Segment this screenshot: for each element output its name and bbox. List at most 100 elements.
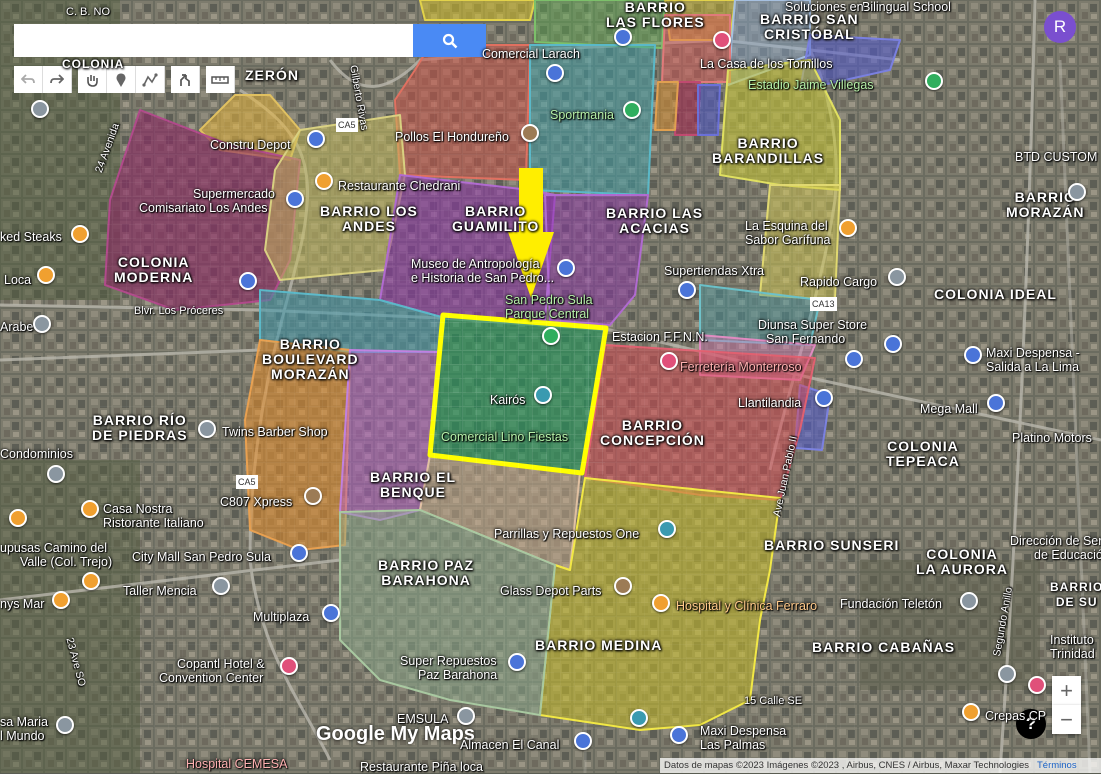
undo-icon[interactable] xyxy=(14,66,43,93)
poi-condominios: Condominios xyxy=(0,447,73,461)
shopping-bag-icon[interactable] xyxy=(290,544,308,562)
poi-xtra: Supertiendas Xtra xyxy=(664,264,765,278)
poi-diunsa: Diunsa Super Store xyxy=(758,318,868,332)
poi-multiplaza: Multiplaza xyxy=(253,610,310,624)
label-sanju: BARRIO DE SU xyxy=(1050,580,1101,609)
map-toolbar xyxy=(14,66,235,93)
pin-icon[interactable] xyxy=(521,124,539,142)
shopping-bag-icon[interactable] xyxy=(987,394,1005,412)
pin-icon[interactable] xyxy=(1068,183,1086,201)
poi-taller: Taller Mencia xyxy=(123,584,197,598)
shopping-bag-icon[interactable] xyxy=(508,653,526,671)
poi-maxi-palmas-2: Las Palmas xyxy=(700,738,766,752)
restaurant-icon[interactable] xyxy=(315,172,333,190)
poi-ferraro: Hospital y Clínica Ferraro xyxy=(676,599,818,613)
poi-estadio: Estadio Jaime Villegas xyxy=(748,78,874,92)
poi-construdepot: Constru Depot xyxy=(210,138,291,152)
label-rio-de-piedras: BARRIO RÍO DE PIEDRAS xyxy=(92,412,188,443)
label-barandillas: BARRIO BARANDILLAS xyxy=(712,135,825,166)
poi-cemesa: Hospital CEMESA xyxy=(186,757,288,771)
poi-maxi-palmas-1: Maxi Despensa xyxy=(700,724,787,738)
shopping-bag-icon[interactable] xyxy=(574,732,592,750)
hotel-icon[interactable] xyxy=(280,657,298,675)
pin-icon[interactable] xyxy=(33,315,51,333)
poi-superrep-2: Paz Barahona xyxy=(418,668,498,682)
pin-icon[interactable] xyxy=(198,420,216,438)
poi-maria-1: sa Maria xyxy=(0,715,48,729)
pin-icon[interactable] xyxy=(47,465,65,483)
shopping-bag-icon[interactable] xyxy=(678,281,696,299)
tree-icon[interactable] xyxy=(542,327,560,345)
label-las-flores: BARRIO LAS FLORES xyxy=(606,0,705,30)
poi-steaks: ked Steaks xyxy=(0,230,62,244)
restaurant-icon[interactable] xyxy=(81,500,99,518)
pin-icon[interactable] xyxy=(960,592,978,610)
shopping-bag-icon[interactable] xyxy=(534,386,552,404)
label-la-aurora: COLONIA LA AURORA xyxy=(916,546,1008,577)
pin-icon[interactable] xyxy=(212,577,230,595)
label-tepeaca: COLONIA TEPEACA xyxy=(886,438,960,469)
poi-esquina-2: Sabor Garífuna xyxy=(745,233,831,247)
label-colonia-moderna: COLONIA MODERNA xyxy=(114,254,194,285)
hospital-icon[interactable] xyxy=(652,594,670,612)
road-ca13: CA13 xyxy=(810,297,837,311)
poi-maxi-lima-1: Maxi Despensa - xyxy=(986,346,1080,360)
pin-icon[interactable] xyxy=(888,268,906,286)
restaurant-icon[interactable] xyxy=(71,225,89,243)
store-icon[interactable] xyxy=(623,101,641,119)
poi-casa-tornillos: La Casa de los Tornillos xyxy=(700,57,833,71)
search-icon xyxy=(442,33,457,48)
poi-museo-1: Museo de Antropología xyxy=(411,257,540,271)
shopping-bag-icon[interactable] xyxy=(884,335,902,353)
poi-glass: Glass Depot Parts xyxy=(500,584,602,598)
terms-link[interactable]: Términos xyxy=(1037,760,1077,771)
museum-icon[interactable] xyxy=(557,259,575,277)
pin-icon[interactable] xyxy=(713,31,731,49)
restaurant-icon[interactable] xyxy=(962,703,980,721)
restaurant-icon[interactable] xyxy=(9,509,27,527)
poi-instituto-1: Instituto xyxy=(1050,633,1094,647)
pin-icon[interactable] xyxy=(304,487,322,505)
shopping-bag-icon[interactable] xyxy=(546,64,564,82)
store-icon[interactable] xyxy=(630,709,648,727)
poi-btd: BTD CUSTOM xyxy=(1015,150,1098,164)
restaurant-icon[interactable] xyxy=(82,572,100,590)
church-icon[interactable] xyxy=(56,716,74,734)
pin-icon[interactable] xyxy=(614,577,632,595)
poi-museo-2: e Historia de San Pedro... xyxy=(411,271,555,285)
hotel-icon[interactable] xyxy=(1028,676,1046,694)
store-icon[interactable] xyxy=(658,520,676,538)
shopping-bag-icon[interactable] xyxy=(670,726,688,744)
poi-teleton: Fundación Teletón xyxy=(840,597,942,611)
restaurant-icon[interactable] xyxy=(52,591,70,609)
zoom-out-button[interactable]: − xyxy=(1052,705,1081,734)
poi-estacion: Estacion F.F.N.N. xyxy=(612,330,708,344)
pin-icon[interactable] xyxy=(660,352,678,370)
pin-icon[interactable] xyxy=(998,665,1016,683)
stadium-icon[interactable] xyxy=(925,72,943,90)
shopping-bag-icon[interactable] xyxy=(964,346,982,364)
restaurant-icon[interactable] xyxy=(37,266,55,284)
shopping-bag-icon[interactable] xyxy=(614,28,632,46)
directions-icon[interactable] xyxy=(171,66,200,93)
poi-parque-1: San Pedro Sula xyxy=(505,293,593,307)
account-avatar[interactable]: R xyxy=(1044,11,1076,43)
pin-icon[interactable] xyxy=(31,100,49,118)
shopping-bag-icon[interactable] xyxy=(815,389,833,407)
poi-pupusas-1: upusas Camino del xyxy=(0,541,108,555)
measure-icon[interactable] xyxy=(206,66,235,93)
restaurant-icon[interactable] xyxy=(839,219,857,237)
label-guamilito: BARRIO GUAMILITO xyxy=(452,203,540,234)
pin-icon[interactable] xyxy=(457,707,475,725)
search-input[interactable] xyxy=(14,24,413,57)
draw-line-icon[interactable] xyxy=(136,66,165,93)
shopping-bag-icon[interactable] xyxy=(307,130,325,148)
zoom-in-button[interactable]: + xyxy=(1052,676,1081,705)
search-button[interactable] xyxy=(413,24,486,57)
poi-rapido: Rapido Cargo xyxy=(800,275,878,289)
shopping-bag-icon[interactable] xyxy=(322,604,340,622)
shopping-bag-icon[interactable] xyxy=(845,350,863,368)
shopping-bag-icon[interactable] xyxy=(239,272,257,290)
shopping-bag-icon[interactable] xyxy=(286,190,304,208)
google-my-maps-logo: Google My Maps xyxy=(316,723,475,745)
